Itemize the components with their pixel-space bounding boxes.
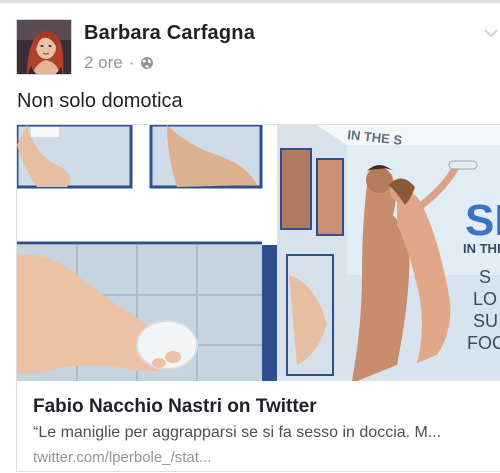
link-domain: twitter.com/lperbole_/stat... [33, 449, 212, 466]
chevron-down-icon[interactable] [484, 26, 498, 40]
top-divider [0, 0, 500, 3]
svg-text:SE: SE [465, 196, 500, 245]
avatar[interactable] [16, 19, 72, 75]
link-preview-card[interactable]: IN THE S SE IN THE S S LO SU FOC [16, 124, 500, 472]
svg-text:S: S [479, 267, 491, 287]
svg-text:IN THE S: IN THE S [463, 241, 500, 256]
link-preview-info[interactable]: Fabio Nacchio Nastri on Twitter “Le mani… [17, 381, 500, 473]
post-time[interactable]: 2 ore [84, 53, 123, 73]
post-author-name[interactable]: Barbara Carfagna [84, 22, 255, 45]
svg-text:SU: SU [473, 311, 498, 331]
shower-handle-product-image: IN THE S SE IN THE S S LO SU FOC [17, 125, 500, 381]
svg-text:FOC: FOC [467, 333, 500, 353]
link-title[interactable]: Fabio Nacchio Nastri on Twitter [33, 396, 317, 418]
avatar-photo [17, 20, 71, 74]
meta-separator: · [128, 53, 135, 72]
svg-text:LO: LO [473, 289, 497, 309]
post-meta: 2 ore · [84, 53, 154, 73]
globe-icon[interactable] [140, 56, 154, 70]
link-preview-image[interactable]: IN THE S SE IN THE S S LO SU FOC [17, 125, 500, 381]
post-text: Non solo domotica [17, 90, 183, 112]
link-description: “Le maniglie per aggrapparsi se si fa se… [33, 424, 442, 441]
